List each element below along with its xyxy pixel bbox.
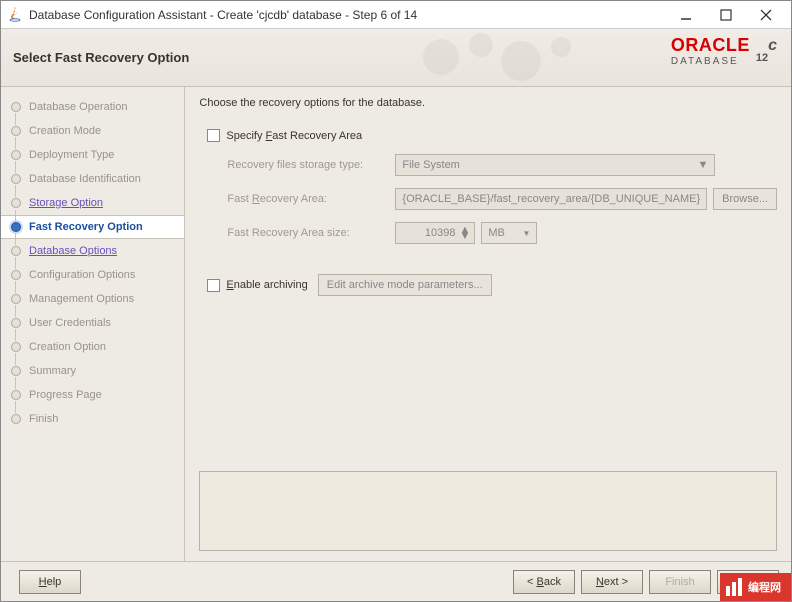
next-button[interactable]: Next — [581, 570, 643, 594]
app-window: Database Configuration Assistant - Creat… — [0, 0, 792, 602]
site-watermark: 编程网 — [720, 573, 791, 601]
storage-type-value: File System — [402, 159, 459, 171]
fra-size-unit-select[interactable]: MB ▼ — [481, 222, 537, 244]
step-configuration-options: Configuration Options — [1, 263, 184, 287]
gears-decor — [411, 31, 591, 86]
main-panel: Choose the recovery options for the data… — [185, 87, 791, 561]
step-summary: Summary — [1, 359, 184, 383]
back-button[interactable]: Back — [513, 570, 575, 594]
wizard-footer: Help Back Next Finish Cancel 编程网 — [1, 561, 791, 601]
step-finish: Finish — [1, 407, 184, 431]
storage-type-row: Recovery files storage type: File System… — [227, 154, 777, 176]
enable-archiving-checkbox[interactable] — [207, 279, 220, 292]
fra-path-label: Fast Recovery Area: — [227, 193, 395, 205]
step-progress-page: Progress Page — [1, 383, 184, 407]
fra-size-label: Fast Recovery Area size: — [227, 227, 395, 239]
version-label: 12c — [756, 35, 777, 69]
step-database-operation: Database Operation — [1, 95, 184, 119]
chevron-down-icon: ▼ — [698, 159, 709, 171]
step-creation-option: Creation Option — [1, 335, 184, 359]
finish-button: Finish — [649, 570, 711, 594]
browse-button[interactable]: Browse... — [713, 188, 777, 210]
window-title: Database Configuration Assistant - Creat… — [29, 8, 675, 22]
specify-fra-row: Specify Fast Recovery Area — [207, 129, 777, 142]
storage-type-select[interactable]: File System ▼ — [395, 154, 715, 176]
minimize-button[interactable] — [675, 4, 697, 26]
fra-path-row: Fast Recovery Area: {ORACLE_BASE}/fast_r… — [227, 188, 777, 210]
step-database-options[interactable]: Database Options — [1, 239, 184, 263]
step-management-options: Management Options — [1, 287, 184, 311]
close-button[interactable] — [755, 4, 777, 26]
maximize-button[interactable] — [715, 4, 737, 26]
step-user-credentials: User Credentials — [1, 311, 184, 335]
spinner-arrows-icon[interactable]: ▲▼ — [460, 227, 471, 239]
step-database-identification: Database Identification — [1, 167, 184, 191]
titlebar: Database Configuration Assistant - Creat… — [1, 1, 791, 29]
fra-path-field[interactable]: {ORACLE_BASE}/fast_recovery_area/{DB_UNI… — [395, 188, 707, 210]
chevron-down-icon: ▼ — [522, 229, 530, 238]
java-icon — [7, 7, 23, 23]
fra-size-value: 10398 — [425, 227, 456, 239]
wizard-body: Database Operation Creation Mode Deploym… — [1, 87, 791, 561]
help-button[interactable]: Help — [19, 570, 81, 594]
wizard-header: Select Fast Recovery Option ORACLE DATAB… — [1, 29, 791, 87]
enable-archiving-row: Enable archiving Edit archive mode param… — [207, 274, 777, 296]
specify-fra-label: Specify Fast Recovery Area — [226, 130, 394, 142]
oracle-logo: ORACLE DATABASE 12c — [671, 35, 777, 69]
wizard-steps-sidebar: Database Operation Creation Mode Deploym… — [1, 87, 185, 561]
brand-label: ORACLE — [671, 35, 750, 56]
step-creation-mode: Creation Mode — [1, 119, 184, 143]
brand-sub-label: DATABASE — [671, 56, 750, 67]
edit-archive-params-button[interactable]: Edit archive mode parameters... — [318, 274, 492, 296]
specify-fra-checkbox[interactable] — [207, 129, 220, 142]
step-storage-option[interactable]: Storage Option — [1, 191, 184, 215]
storage-type-label: Recovery files storage type: — [227, 159, 395, 171]
fra-size-row: Fast Recovery Area size: 10398 ▲▼ MB ▼ — [227, 222, 777, 244]
fra-size-spinner[interactable]: 10398 ▲▼ — [395, 222, 475, 244]
enable-archiving-label: Enable archiving — [226, 279, 307, 291]
instruction-text: Choose the recovery options for the data… — [199, 97, 777, 109]
message-area — [199, 471, 777, 551]
fra-size-unit-value: MB — [488, 227, 505, 239]
page-title: Select Fast Recovery Option — [13, 50, 189, 65]
step-fast-recovery-option[interactable]: Fast Recovery Option — [1, 215, 184, 239]
step-deployment-type: Deployment Type — [1, 143, 184, 167]
window-controls — [675, 4, 785, 26]
